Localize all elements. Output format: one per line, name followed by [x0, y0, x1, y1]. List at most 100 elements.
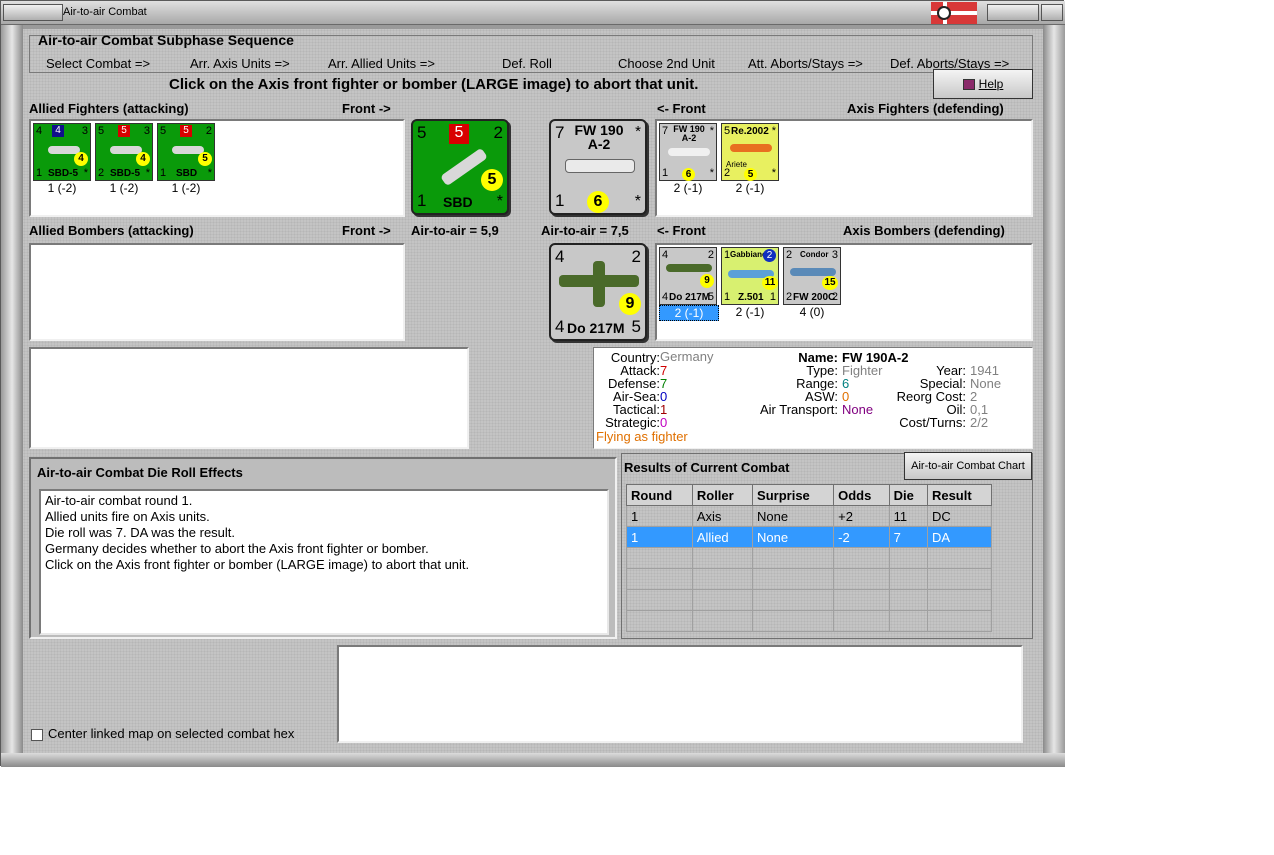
unit-br: 1: [769, 291, 776, 303]
big-value: 5: [481, 169, 503, 191]
big-value: 6: [587, 191, 609, 213]
axis-fighter-unit[interactable]: 7 FW 190 A-2 * 1 6 *: [659, 123, 717, 181]
axis-front-bomber-large[interactable]: 4 2 9 4 Do 217M 5: [549, 243, 647, 341]
axis-bomber-unit[interactable]: 1 Gabbiano 2 11 1 Z.501 1: [721, 247, 779, 305]
axis-front-fighter-large[interactable]: 7 FW 190 A-2 * 1 6 *: [549, 119, 647, 215]
effect-line: Click on the Axis front fighter or bombe…: [45, 557, 470, 572]
table-row-empty: [626, 568, 993, 590]
seq-def-roll: Def. Roll: [502, 56, 552, 71]
unit-bl: 1: [662, 167, 669, 179]
unit-name: SBD-5: [110, 168, 141, 179]
big-tr: *: [635, 123, 641, 140]
left-frame: [1, 25, 23, 767]
window-menu-icon[interactable]: [3, 4, 63, 21]
unit-br: 5: [707, 291, 714, 303]
unit-tl: 4: [36, 125, 43, 137]
allied-fighters-panel[interactable]: 4 4 3 4 1 SBD-5 * 1 (-2) 5 5 3 4 2 SBD-5…: [29, 119, 405, 217]
big-badge: 5: [449, 124, 469, 144]
help-button[interactable]: Help: [933, 69, 1033, 99]
big-tr: 2: [493, 123, 503, 142]
unit-value: 5: [198, 152, 212, 166]
plane-icon: [172, 146, 204, 154]
big-tr: 2: [631, 247, 641, 266]
unit-caption: 1 (-2): [109, 181, 139, 195]
center-map-label[interactable]: Center linked map on selected combat hex: [48, 726, 294, 741]
unit-caption: 2 (-1): [735, 181, 765, 195]
col-surprise[interactable]: Surprise: [752, 484, 835, 506]
subphase-sequence: Air-to-air Combat Subphase Sequence Sele…: [29, 32, 1033, 73]
seq-arr-allied: Arr. Allied Units =>: [328, 56, 435, 71]
unit-caption: 4 (0): [799, 305, 825, 319]
big-br: 5: [631, 317, 641, 336]
die-effects-text: Air-to-air combat round 1. Allied units …: [39, 489, 609, 635]
unit-value: 6: [682, 168, 695, 181]
unit-caption: 1 (-2): [171, 181, 201, 195]
axis-fighter-unit[interactable]: 5 Re.2002 * Ariete 2 5 *: [721, 123, 779, 181]
unit-br: *: [145, 167, 150, 179]
plane-icon: [110, 146, 142, 154]
col-odds[interactable]: Odds: [833, 484, 890, 506]
unit-tr: *: [709, 125, 714, 137]
col-roller[interactable]: Roller: [691, 484, 754, 506]
unit-caption: 2 (-1): [735, 305, 765, 319]
unit-bl: 1: [724, 291, 731, 303]
col-result[interactable]: Result: [926, 484, 993, 506]
axis-fighters-panel[interactable]: 7 FW 190 A-2 * 1 6 * 2 (-1) 5 Re.2002 * …: [655, 119, 1033, 217]
close-button[interactable]: [1041, 4, 1063, 21]
minimize-button[interactable]: [987, 4, 1039, 21]
allied-fighter-unit[interactable]: 4 4 3 4 1 SBD-5 *: [33, 123, 91, 181]
unit-caption-selected: 2 (-1): [659, 305, 719, 321]
unit-name: Re.2002: [731, 126, 769, 137]
allied-fighter-unit[interactable]: 5 5 2 5 1 SBD *: [157, 123, 215, 181]
cell: 1: [626, 526, 693, 548]
center-map-checkbox[interactable]: [31, 729, 43, 741]
title-bar[interactable]: Air-to-air Combat: [1, 1, 1065, 25]
big-tl: 4: [555, 247, 565, 266]
unit-name: FW 190 A-2: [673, 124, 705, 143]
axis-bombers-panel[interactable]: 4 2 9 4 Do 217M 5 2 (-1) 1 Gabbiano 2 11…: [655, 243, 1033, 341]
big-br: *: [496, 193, 503, 210]
axis-bomber-unit[interactable]: 4 2 9 4 Do 217M 5: [659, 247, 717, 305]
big-bl: 4: [555, 317, 565, 336]
unit-br: *: [709, 167, 714, 179]
effect-line: Air-to-air combat round 1.: [45, 493, 193, 508]
sequence-title: Air-to-air Combat Subphase Sequence: [38, 32, 294, 48]
big-value: 9: [619, 293, 641, 315]
big-tl: 7: [555, 123, 565, 142]
effect-line: Germany decides whether to abort the Axi…: [45, 541, 429, 556]
table-row[interactable]: 1 Axis None +2 11 DC: [626, 505, 993, 527]
combat-chart-button[interactable]: Air-to-air Combat Chart: [904, 452, 1032, 480]
transport-label: Air Transport:: [759, 402, 838, 417]
unit-name: Gabbiano: [730, 250, 767, 259]
effect-line: Allied units fire on Axis units.: [45, 509, 210, 524]
help-label: Help: [978, 77, 1004, 91]
col-die[interactable]: Die: [888, 484, 928, 506]
plane-icon: [666, 264, 712, 272]
unit-bl: 1: [36, 167, 43, 179]
effect-line: Die roll was 7. DA was the result.: [45, 525, 236, 540]
axis-bombers-title: Axis Bombers (defending): [843, 223, 1005, 238]
allied-fighter-unit[interactable]: 5 5 3 4 2 SBD-5 *: [95, 123, 153, 181]
allied-bombers-panel[interactable]: [29, 243, 405, 341]
results-box: Results of Current Combat Air-to-air Com…: [621, 452, 1033, 639]
unit-badge: 5: [180, 125, 192, 137]
window-title: Air-to-air Combat: [63, 6, 147, 18]
transport-value: None: [842, 402, 874, 417]
allied-front-fighter-large[interactable]: 5 5 2 5 1 SBD *: [411, 119, 509, 215]
unit-name: Do 217M: [669, 292, 711, 303]
unit-bl: 2: [786, 291, 793, 303]
big-name: SBD: [443, 194, 473, 210]
flying-as: Flying as fighter: [596, 429, 688, 444]
unit-br: *: [207, 167, 212, 179]
unit-br: 2: [831, 291, 838, 303]
plane-icon: [730, 144, 772, 152]
help-book-icon: [962, 79, 975, 91]
die-effects-title: Air-to-air Combat Die Roll Effects: [37, 465, 243, 480]
unit-bl: 1: [160, 167, 167, 179]
unit-caption: 1 (-2): [47, 181, 77, 195]
col-round[interactable]: Round: [626, 484, 693, 506]
unit-tl: 5: [98, 125, 105, 137]
table-row-selected[interactable]: 1 Allied None -2 7 DA: [626, 526, 993, 548]
axis-bomber-unit[interactable]: 2 Condor 3 15 2 FW 200C 2: [783, 247, 841, 305]
cell: Allied: [691, 526, 754, 548]
